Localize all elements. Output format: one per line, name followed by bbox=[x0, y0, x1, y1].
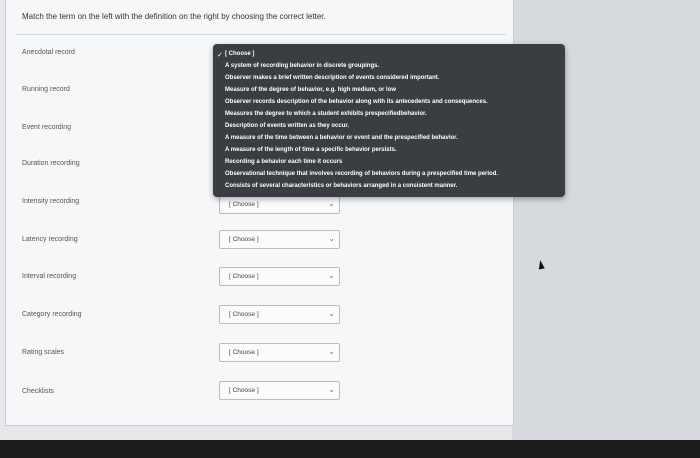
dropdown-option[interactable]: Observer makes a brief written descripti… bbox=[225, 75, 439, 81]
answer-select-category-recording[interactable]: [ Choose ] ⌄ bbox=[219, 305, 340, 324]
chevron-down-icon: ⌄ bbox=[328, 199, 335, 208]
dropdown-option[interactable]: Observer records description of the beha… bbox=[225, 99, 488, 105]
select-value: [ Choose ] bbox=[229, 387, 259, 394]
checkmark-icon: ✓ bbox=[217, 52, 223, 59]
bottom-bar bbox=[0, 440, 700, 458]
chevron-down-icon: ⌄ bbox=[328, 385, 335, 394]
dropdown-option[interactable]: Measures the degree to which a student e… bbox=[225, 111, 427, 117]
dropdown-option[interactable]: A measure of the length of time a specif… bbox=[225, 147, 397, 153]
chevron-down-icon: ⌄ bbox=[328, 309, 335, 318]
dropdown-option[interactable]: Description of events written as they oc… bbox=[225, 123, 349, 129]
term-category-recording: Category recording bbox=[22, 311, 82, 318]
dropdown-option[interactable]: [ Choose ] bbox=[225, 51, 254, 57]
answer-select-latency-recording[interactable]: [ Choose ] ⌄ bbox=[219, 230, 340, 249]
select-value: [ Choose ] bbox=[229, 201, 259, 208]
answer-select-checklists[interactable]: [ Choose ] ⌄ bbox=[219, 381, 340, 400]
dropdown-option[interactable]: Consists of several characteristics or b… bbox=[225, 183, 457, 189]
answer-select-rating-scales[interactable]: [ Choose ] ⌄ bbox=[219, 343, 340, 362]
dropdown-option[interactable]: Recording a behavior each time it occurs bbox=[225, 159, 342, 165]
term-intensity-recording: Intensity recording bbox=[22, 198, 80, 205]
dropdown-option[interactable]: A measure of the time between a behavior… bbox=[225, 135, 458, 141]
instructions-text: Match the term on the left with the defi… bbox=[22, 12, 326, 21]
term-interval-recording: Interval recording bbox=[22, 273, 77, 280]
dropdown-option[interactable]: Measure of the degree of behavior, e.g. … bbox=[225, 87, 396, 93]
chevron-down-icon: ⌄ bbox=[328, 271, 335, 280]
chevron-down-icon: ⌄ bbox=[328, 347, 335, 356]
term-checklists: Checklists bbox=[22, 388, 54, 395]
answer-select-interval-recording[interactable]: [ Choose ] ⌄ bbox=[219, 267, 340, 286]
term-event-recording: Event recording bbox=[22, 124, 72, 131]
answer-select-intensity-recording[interactable]: [ Choose ] ⌄ bbox=[219, 195, 340, 214]
select-value: [ Choose ] bbox=[229, 349, 259, 356]
term-rating-scales: Rating scales bbox=[22, 349, 65, 356]
term-latency-recording: Latency recording bbox=[22, 236, 78, 243]
term-anecdotal-record: Anecdotal record bbox=[22, 49, 75, 56]
select-value: [ Choose ] bbox=[229, 236, 259, 243]
select-value: [ Choose ] bbox=[229, 273, 259, 280]
choose-dropdown-menu: ✓ [ Choose ] A system of recording behav… bbox=[213, 44, 565, 197]
dropdown-option[interactable]: Observational technique that involves re… bbox=[225, 171, 498, 177]
chevron-down-icon: ⌄ bbox=[328, 234, 335, 243]
term-duration-recording: Duration recording bbox=[22, 160, 80, 167]
select-value: [ Choose ] bbox=[229, 311, 259, 318]
divider bbox=[16, 34, 506, 35]
mouse-cursor-icon bbox=[537, 259, 545, 270]
term-running-record: Running record bbox=[22, 86, 70, 93]
dropdown-option[interactable]: A system of recording behavior in discre… bbox=[225, 63, 379, 69]
